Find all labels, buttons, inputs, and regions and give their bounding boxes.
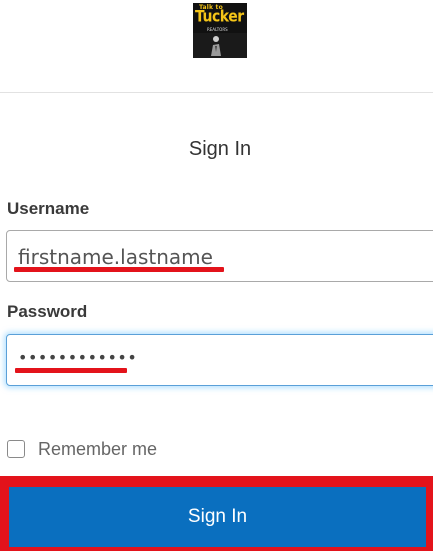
logo-brand-text: Tucker — [195, 7, 244, 27]
username-annotation-underline — [14, 267, 224, 272]
password-value: •••••••••••• — [18, 348, 138, 367]
logo-tagline: REALTORS — [207, 27, 228, 32]
remember-me-checkbox[interactable] — [7, 440, 25, 458]
remember-me-label[interactable]: Remember me — [38, 439, 157, 460]
password-field[interactable]: •••••••••••• — [6, 334, 433, 386]
password-annotation-underline — [15, 368, 127, 373]
sign-in-page: Talk to Tucker REALTORS Sign In Username… — [0, 0, 433, 551]
page-title: Sign In — [188, 138, 252, 160]
username-field[interactable]: firstname.lastname — [6, 230, 433, 282]
logo-figure-icon — [207, 34, 225, 58]
sign-in-button[interactable]: Sign In — [9, 487, 426, 547]
tucker-logo: Talk to Tucker REALTORS — [193, 3, 247, 58]
header-divider — [0, 92, 433, 93]
username-label: Username — [7, 199, 90, 218]
password-label: Password — [7, 302, 88, 321]
username-value: firstname.lastname — [18, 245, 213, 269]
